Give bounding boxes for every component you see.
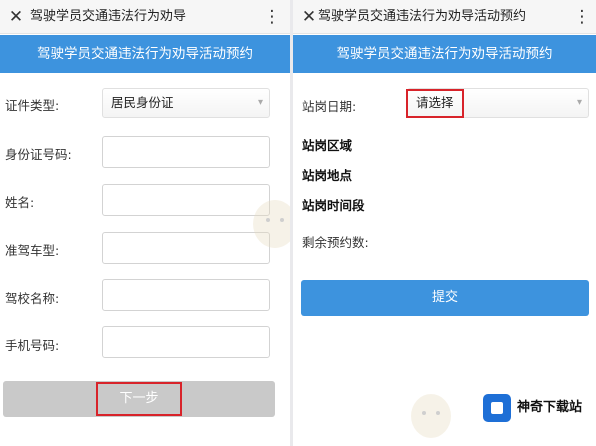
- id-number-label: 身份证号码:: [5, 147, 72, 162]
- next-button-highlight: [96, 382, 182, 416]
- remaining-label: 剩余预约数:: [302, 235, 369, 250]
- chevron-down-icon: ▾: [257, 97, 263, 108]
- id-type-select[interactable]: 居民身份证 ▾: [102, 88, 270, 118]
- license-type-input[interactable]: [102, 232, 270, 264]
- phone-label: 手机号码:: [5, 338, 60, 353]
- name-input[interactable]: [102, 184, 270, 216]
- school-input[interactable]: [102, 279, 270, 311]
- mascot-watermark-icon: [253, 200, 290, 248]
- close-icon[interactable]: ✕: [4, 0, 28, 34]
- chevron-down-icon: ▾: [576, 97, 582, 108]
- submit-button[interactable]: 提交: [301, 280, 589, 316]
- box-logo-icon: [483, 394, 511, 422]
- right-phone-screen: ✕ 驾驶学员交通违法行为劝导活动预约 ⋮ 驾驶学员交通违法行为劝导活动预约 站岗…: [293, 0, 596, 446]
- time-slot-label: 站岗时间段: [302, 198, 365, 213]
- phone-input[interactable]: [102, 326, 270, 358]
- right-page-title: 驾驶学员交通违法行为劝导活动预约: [318, 9, 527, 24]
- date-label: 站岗日期:: [302, 99, 357, 114]
- date-select-highlight: [406, 89, 464, 118]
- site-watermark-logo: 神奇下载站: [480, 391, 592, 425]
- id-type-value: 居民身份证: [111, 95, 174, 110]
- id-number-input[interactable]: [102, 136, 270, 168]
- name-label: 姓名:: [5, 195, 35, 210]
- left-banner: 驾驶学员交通违法行为劝导活动预约: [0, 35, 290, 73]
- area-label: 站岗区域: [302, 138, 353, 153]
- site-name: 神奇下载站: [517, 400, 583, 415]
- id-type-label: 证件类型:: [5, 98, 60, 113]
- left-title-bar: ✕ 驾驶学员交通违法行为劝导 ⋮: [0, 0, 290, 34]
- place-label: 站岗地点: [302, 168, 353, 183]
- license-type-label: 准驾车型:: [5, 243, 60, 258]
- left-phone-screen: ✕ 驾驶学员交通违法行为劝导 ⋮ 驾驶学员交通违法行为劝导活动预约 证件类型: …: [0, 0, 290, 446]
- right-banner: 驾驶学员交通违法行为劝导活动预约: [293, 35, 596, 73]
- school-label: 驾校名称:: [5, 291, 60, 306]
- more-options-icon[interactable]: ⋮: [260, 0, 284, 34]
- left-page-title: 驾驶学员交通违法行为劝导: [30, 9, 187, 24]
- more-options-icon[interactable]: ⋮: [570, 0, 594, 34]
- right-title-bar: ✕ 驾驶学员交通违法行为劝导活动预约 ⋮: [293, 0, 596, 34]
- mascot-watermark-icon: [411, 394, 451, 438]
